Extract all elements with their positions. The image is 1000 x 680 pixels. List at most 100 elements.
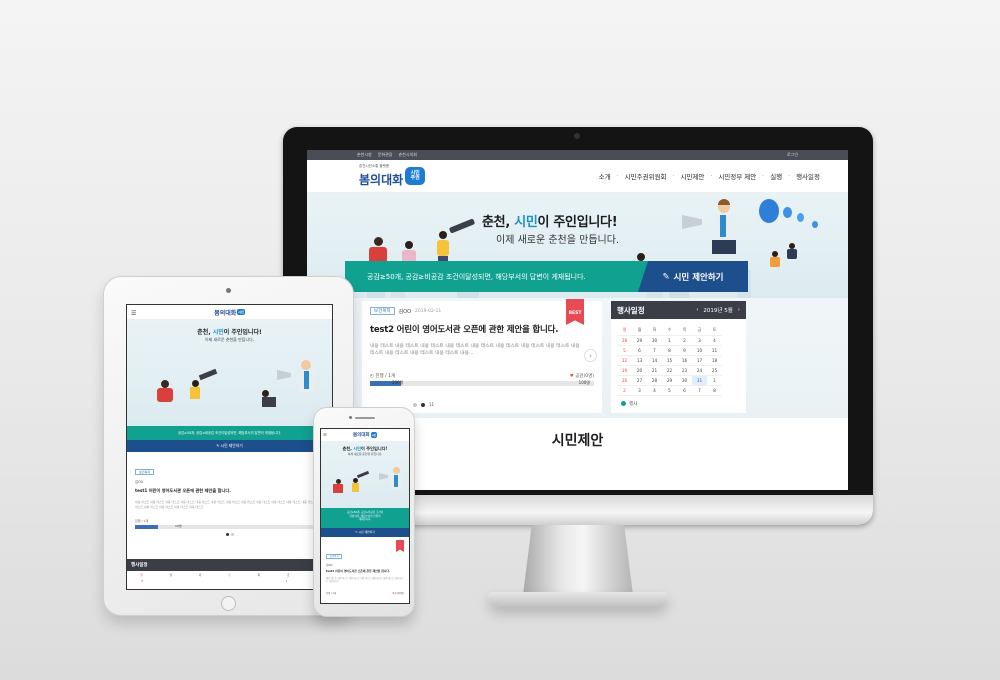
calendar-day[interactable]: 6: [677, 385, 692, 396]
calendar-day[interactable]: 20: [632, 365, 647, 376]
proposal-title[interactable]: test1 어린이 영어도서관 오픈에 관한 제안을 합니다.: [135, 488, 324, 494]
utility-bar: 춘천시청 문화관광 춘천시의회 로그인: [307, 150, 848, 160]
calendar-day[interactable]: 2: [617, 385, 632, 396]
calendar-day[interactable]: 30: [677, 375, 692, 386]
calendar-weekday: 토: [707, 325, 722, 336]
login-link[interactable]: 로그인: [787, 152, 798, 158]
carousel-dot[interactable]: [230, 533, 234, 536]
calendar-legend: 행사: [621, 401, 746, 407]
calendar-day[interactable]: 18: [707, 355, 722, 366]
calendar-day[interactable]: 1: [707, 375, 722, 386]
calendar-day[interactable]: 3: [692, 335, 707, 346]
next-arrow-button[interactable]: ›: [584, 349, 597, 362]
utility-link[interactable]: 춘천시의회: [398, 152, 416, 158]
calendar-day[interactable]: 25: [707, 365, 722, 376]
author-name: 김OO: [135, 480, 144, 484]
calendar-day[interactable]: 15: [662, 355, 677, 366]
calendar-day[interactable]: 24: [692, 365, 707, 376]
propose-button[interactable]: ✎ 시민 제안하기: [638, 261, 748, 292]
tablet-proposal-card[interactable]: 보건복지 김OO test1 어린이 영어도서관 오픈에 관한 제안을 합니다.…: [127, 452, 332, 542]
calendar-day[interactable]: 1: [286, 579, 288, 583]
like-count[interactable]: ♥ 공감(0명): [570, 373, 594, 379]
nav-item-committee[interactable]: 시민주권위원회: [625, 171, 667, 181]
calendar-day[interactable]: 29: [632, 335, 647, 346]
proposal-card[interactable]: BEST 보건복지 김OO 2019-02-11 test2 어린이 영어도서관…: [362, 299, 602, 413]
carousel-pagination: [135, 533, 324, 536]
calendar-day[interactable]: 4: [707, 335, 722, 346]
hamburger-menu-icon[interactable]: ☰: [323, 432, 327, 437]
nav-item-gov-proposals[interactable]: 시민정부 제안: [718, 171, 756, 181]
calendar-day[interactable]: 11: [707, 345, 722, 356]
calendar-weekday: 월: [169, 573, 173, 577]
calendar-day[interactable]: 27: [632, 375, 647, 386]
tablet-propose-button[interactable]: ✎ 시민 제안하기: [127, 440, 332, 452]
phone-screen: ☰ 봄의대화 시민 춘천, 시민이 주인입니다! 이제 새로운 춘천을 만듭니다.: [320, 428, 410, 604]
chevron-right-icon[interactable]: ›: [738, 307, 740, 313]
carousel-dot[interactable]: [413, 402, 417, 407]
calendar-day[interactable]: 5: [662, 385, 677, 396]
calendar-grid: 일월화수목금토 28 29 30 1 2 3 4 5 6 7 8 9 10 11 12 13 14 15 16 17 1…: [617, 325, 722, 396]
calendar-day[interactable]: 13: [632, 355, 647, 366]
chevron-left-icon[interactable]: ‹: [696, 307, 698, 313]
phone-header: ☰ 봄의대화 시민: [321, 429, 409, 441]
calendar-day[interactable]: 28: [617, 335, 632, 346]
phone-proposal-card[interactable]: 보건복지 김OO test1 어린이 영어도서관 오픈에 관한 제안을 합니다.…: [321, 537, 409, 600]
logo-tagline: 춘천시민소통 플랫폼: [359, 164, 390, 168]
phone-propose-button[interactable]: ✎ 시민 제안하기: [321, 528, 409, 537]
calendar-day[interactable]: 23: [677, 365, 692, 376]
calendar-day[interactable]: 26: [617, 375, 632, 386]
calendar-day[interactable]: 12: [617, 355, 632, 366]
carousel-pagination: 11: [413, 402, 434, 407]
nav-item-events[interactable]: 행사일정: [796, 171, 820, 181]
calendar-day[interactable]: 7: [692, 385, 707, 396]
carousel-dot-active[interactable]: [225, 533, 229, 536]
phone-hero-title: 춘천, 시민이 주인입니다!: [342, 446, 388, 451]
nav-item-proposals[interactable]: 시민제안: [680, 171, 704, 181]
calendar-day[interactable]: 21: [647, 365, 662, 376]
proposal-title[interactable]: test1 어린이 영어도서관 오픈에 관한 제안을 합니다.: [326, 569, 404, 574]
calendar-day[interactable]: 5: [617, 345, 632, 356]
calendar-day[interactable]: 7: [647, 345, 662, 356]
tablet-logo[interactable]: 봄의대화 시민: [214, 308, 245, 317]
proposal-title[interactable]: test2 어린이 영어도서관 오픈에 관한 제안을 합니다.: [370, 323, 594, 335]
calendar-day[interactable]: 6: [632, 345, 647, 356]
calendar-day[interactable]: 2: [677, 335, 692, 346]
calendar-day[interactable]: 22: [662, 365, 677, 376]
calendar-day[interactable]: 1: [662, 335, 677, 346]
calendar-day[interactable]: 16: [677, 355, 692, 366]
proposal-body: 내용 테스트 내용 테스트 내용 테스트 내용 테스트 내용 테스트 내용 테스…: [326, 576, 404, 584]
calendar-day[interactable]: 3: [632, 385, 647, 396]
calendar-day[interactable]: 4: [647, 385, 662, 396]
progress-status: 진행 / 1개: [135, 519, 149, 523]
carousel-page-label[interactable]: 11: [429, 402, 434, 407]
calendar-day[interactable]: 17: [692, 355, 707, 366]
calendar-day[interactable]: 10: [692, 345, 707, 356]
calendar-day[interactable]: 29: [662, 375, 677, 386]
calendar-day[interactable]: 31: [692, 375, 707, 386]
calendar-weekday: 금: [692, 325, 707, 336]
calendar-day[interactable]: 9: [677, 345, 692, 356]
calendar-day[interactable]: 30: [647, 335, 662, 346]
proposal-body: 내용 테스트 내용 테스트 내용 테스트 내용 테스트 내용 테스트 내용 테스…: [135, 500, 322, 509]
calendar-weekdays: 일월화수목금토: [127, 573, 332, 577]
support-progress-bar: 10명: [135, 524, 324, 529]
calendar-day[interactable]: 14: [647, 355, 662, 366]
calendar-day[interactable]: 19: [617, 365, 632, 376]
nav-item-intro[interactable]: 소개: [599, 171, 611, 181]
hamburger-menu-icon[interactable]: ☰: [131, 310, 136, 317]
site-header: 춘천시민소통 플랫폼 봄의대화 시민 주권 소개 · 시민주권위원회 · 시민제안 · …: [307, 160, 848, 193]
calendar-weekday: 일: [140, 573, 143, 577]
condition-banner: 공감≥50개, 공감≥비공감 조건이달성되면, 해당부서의 답변이 게재됩니다.…: [345, 261, 748, 292]
utility-link[interactable]: 춘천시청: [357, 152, 372, 158]
calendar-day[interactable]: 8: [707, 385, 722, 396]
calendar-day[interactable]: 8: [141, 579, 143, 583]
calendar-day[interactable]: 8: [662, 345, 677, 356]
utility-link[interactable]: 문화관광: [378, 152, 393, 158]
carousel-dot-active[interactable]: [421, 402, 425, 407]
home-button[interactable]: [221, 596, 236, 611]
calendar-day[interactable]: 28: [647, 375, 662, 386]
like-count[interactable]: ♥공감(0명): [392, 591, 404, 595]
site-logo[interactable]: 춘천시민소통 플랫폼 봄의대화 시민 주권: [359, 164, 426, 188]
phone-logo[interactable]: 봄의대화 시민: [353, 432, 377, 438]
nav-item-execution[interactable]: 실행: [770, 171, 782, 181]
